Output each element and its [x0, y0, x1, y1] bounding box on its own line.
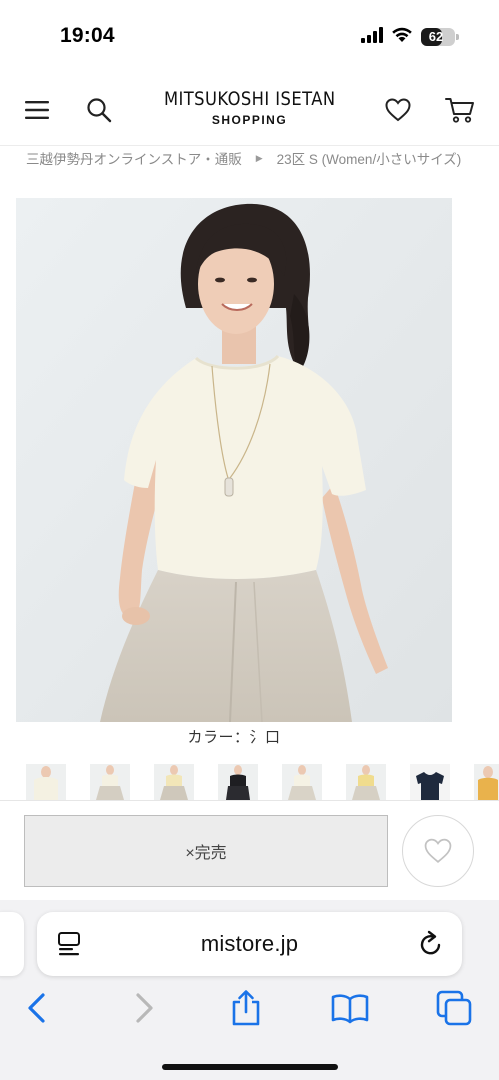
forward-icon[interactable] [124, 988, 164, 1028]
breadcrumb-item-brand[interactable]: 23区 S (Women/小さいサイズ) [277, 148, 462, 168]
battery-percent: 62 [428, 29, 444, 44]
breadcrumb-separator-icon: ▶ [255, 152, 263, 163]
breadcrumb-item-store[interactable]: 三越伊勢丹オンラインストア・通販 [26, 148, 242, 168]
product-main-image[interactable] [16, 198, 452, 722]
wifi-icon [391, 26, 413, 48]
thumbnail-4[interactable] [218, 764, 258, 800]
thumbnail-8[interactable] [474, 764, 499, 800]
previous-tab-peek[interactable] [0, 912, 24, 976]
logo-sub: SHOPPING [211, 113, 288, 127]
tabs-icon[interactable] [434, 988, 474, 1028]
status-time: 19:04 [60, 24, 115, 47]
signal-icon [361, 26, 383, 48]
battery-icon: 62 [421, 28, 459, 46]
thumbnail-7[interactable] [410, 764, 450, 800]
bookmarks-icon[interactable] [330, 988, 370, 1028]
thumbnail-2[interactable] [90, 764, 130, 800]
browser-toolbar: mistore.jp [0, 900, 499, 1080]
site-logo[interactable]: MITSUKOSHI ISETAN SHOPPING [0, 88, 499, 127]
color-label: カラー：氵口 [187, 729, 281, 746]
thumbnail-3[interactable] [154, 764, 194, 800]
status-icons: 62 [361, 26, 459, 48]
url-text: mistore.jp [200, 931, 299, 956]
purchase-bar: ×完売 [0, 800, 499, 900]
thumbnail-6[interactable] [346, 764, 386, 800]
home-indicator[interactable] [162, 1064, 338, 1070]
cart-icon[interactable] [444, 94, 476, 126]
heart-icon[interactable] [382, 94, 414, 126]
thumbnail-1[interactable] [26, 764, 66, 800]
address-bar[interactable]: mistore.jp [37, 912, 462, 976]
thumbnail-5[interactable] [282, 764, 322, 800]
heart-icon [424, 838, 452, 863]
back-icon[interactable] [17, 988, 57, 1028]
thumbnail-strip [0, 760, 499, 800]
logo-main: MITSUKOSHI ISETAN [163, 88, 336, 110]
status-bar: 19:04 62 [0, 0, 499, 74]
share-icon[interactable] [226, 988, 266, 1028]
site-header: MITSUKOSHI ISETAN SHOPPING [0, 74, 499, 146]
soldout-button[interactable]: ×完売 [24, 815, 388, 887]
breadcrumb: 三越伊勢丹オンラインストア・通販 ▶ 23区 S (Women/小さいサイズ) [26, 147, 499, 169]
reload-icon[interactable] [415, 928, 447, 960]
product-photo [16, 198, 452, 722]
favorite-button[interactable] [402, 815, 474, 887]
